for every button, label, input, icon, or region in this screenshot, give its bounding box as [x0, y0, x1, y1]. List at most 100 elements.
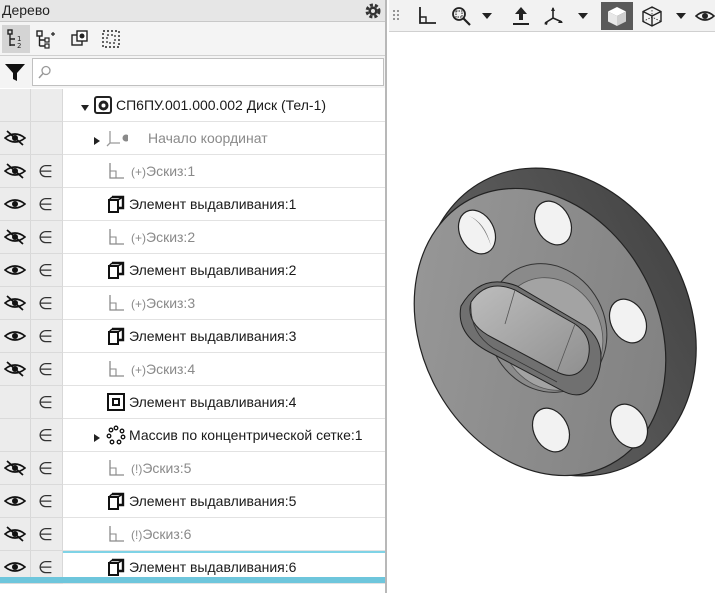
wireframe-view-button[interactable]: [638, 2, 666, 30]
extrude-icon: [106, 260, 126, 280]
tree-root-row[interactable]: СП6ПУ.001.000.002 Диск (Тел-1): [0, 89, 385, 122]
3d-viewport[interactable]: [389, 0, 715, 593]
sketch-status-prefix: (+): [131, 297, 146, 311]
axes-orient-icon: [544, 7, 563, 25]
panel-title: Дерево: [2, 2, 50, 18]
selection-view-button[interactable]: [97, 25, 125, 53]
shaded-cube-icon: [608, 7, 626, 26]
include-in-calc-icon[interactable]: ∈: [38, 261, 53, 281]
pan-button[interactable]: [507, 2, 535, 30]
include-in-calc-icon[interactable]: ∈: [38, 558, 53, 578]
extrude-icon: [106, 194, 126, 214]
tree-node-text: Элемент выдавливания:4: [129, 394, 297, 410]
toolbar-grip-icon[interactable]: [389, 2, 403, 30]
coordinate-system-icon: [419, 7, 436, 24]
expand-arrow-icon[interactable]: [92, 133, 102, 145]
tree-row[interactable]: ∈ (+)Эскиз:3: [0, 287, 385, 320]
eye-icon[interactable]: [3, 559, 27, 575]
wireframe-cube-icon: [642, 6, 662, 27]
filter-icon: [5, 64, 25, 81]
eye-hidden-icon[interactable]: [3, 295, 27, 311]
hierarchy-icon: [36, 30, 55, 49]
orientation-dropdown-button[interactable]: [575, 2, 591, 30]
tree-toolbar: 1 2: [0, 22, 385, 55]
include-in-calc-icon[interactable]: ∈: [38, 162, 53, 182]
sketch-status-prefix: (!): [131, 528, 143, 542]
tree-node-label: Элемент выдавливания:3: [129, 328, 296, 344]
eye-hidden-icon[interactable]: [3, 526, 27, 542]
include-in-calc-icon[interactable]: ∈: [38, 459, 53, 479]
tree-node-text: Элемент выдавливания:2: [129, 262, 297, 278]
tree-structure-button[interactable]: 1 2: [2, 25, 30, 53]
tree-row[interactable]: ∈ Элемент выдавливания:1: [0, 188, 385, 221]
expand-arrow-icon[interactable]: [80, 100, 90, 111]
gear-icon[interactable]: [363, 1, 383, 21]
tree-node-label: (+)Эскиз:3: [131, 295, 195, 311]
tree-node-text: Эскиз:5: [142, 460, 192, 476]
tree-node-label: Начало координат: [148, 130, 268, 146]
tree-row[interactable]: ∈ (+)Эскиз:1: [0, 155, 385, 188]
coordinate-system-button[interactable]: [413, 2, 441, 30]
tree-row[interactable]: ∈ (!)Эскиз:6: [0, 518, 385, 551]
include-in-calc-icon[interactable]: ∈: [38, 492, 53, 512]
include-in-calc-icon[interactable]: ∈: [38, 228, 53, 248]
view-mode-dropdown-button[interactable]: [673, 2, 689, 30]
eye-icon[interactable]: [3, 328, 27, 344]
sketch-icon: [106, 359, 126, 379]
sketch-icon: [106, 524, 126, 544]
tree-node-label: (+)Эскиз:1: [131, 163, 195, 179]
move-arrow-icon: [513, 7, 529, 25]
eye-hidden-icon[interactable]: [3, 460, 27, 476]
tree-row[interactable]: ∈ Элемент выдавливания:2: [0, 254, 385, 287]
zoom-dropdown-button[interactable]: [479, 2, 495, 30]
shaded-view-button[interactable]: [601, 2, 633, 30]
eye-hidden-icon[interactable]: [3, 229, 27, 245]
expand-arrow-icon[interactable]: [92, 430, 102, 442]
include-in-calc-icon[interactable]: ∈: [38, 294, 53, 314]
zoom-button[interactable]: [447, 2, 475, 30]
svg-text:2: 2: [17, 42, 21, 50]
tree-node-text: Начало координат: [148, 130, 268, 146]
tree-row[interactable]: ∈ (+)Эскиз:4: [0, 353, 385, 386]
tree-structure-icon: 1 2: [7, 29, 21, 50]
eye-hidden-icon[interactable]: [3, 163, 27, 179]
tree-node-text: Эскиз:6: [142, 526, 192, 542]
eye-hidden-icon[interactable]: [3, 130, 27, 146]
include-in-calc-icon[interactable]: ∈: [38, 426, 53, 446]
include-in-calc-icon[interactable]: ∈: [38, 393, 53, 413]
include-in-calc-icon[interactable]: ∈: [38, 195, 53, 215]
filter-button[interactable]: [3, 60, 27, 84]
eye-icon[interactable]: [3, 493, 27, 509]
tree-row[interactable]: ∈ Элемент выдавливания:3: [0, 320, 385, 353]
tree-row[interactable]: ∈ (+)Эскиз:2: [0, 221, 385, 254]
tree-node-label: Элемент выдавливания:1: [129, 196, 296, 212]
viewport-toolbar: [389, 0, 715, 32]
tree-row[interactable]: ∈ Элемент выдавливания:4: [0, 386, 385, 419]
sketch-status-prefix: (+): [131, 231, 146, 245]
part-icon: [93, 95, 113, 115]
tree-row[interactable]: ∈ Массив по концентрической сетке:1: [0, 419, 385, 452]
extrude-icon: [106, 326, 126, 346]
tree-node-label: Массив по концентрической сетке:1: [129, 427, 363, 443]
tree-hierarchy-button[interactable]: [32, 25, 60, 53]
disk-model[interactable]: [389, 32, 715, 593]
tree-row[interactable]: ∈ Элемент выдавливания:5: [0, 485, 385, 518]
visibility-button[interactable]: [695, 2, 715, 30]
include-in-calc-icon[interactable]: ∈: [38, 525, 53, 545]
tree-list: СП6ПУ.001.000.002 Диск (Тел-1) Начало ко…: [0, 89, 385, 593]
tree-row[interactable]: Начало координат: [0, 122, 385, 155]
dashed-select-icon: [102, 30, 120, 48]
tree-node-text: Массив по концентрической сетке:1: [129, 427, 363, 443]
sketch-icon: [106, 161, 126, 181]
eye-icon[interactable]: [3, 196, 27, 212]
orientation-button[interactable]: [539, 2, 567, 30]
tree-row[interactable]: ∈ (!)Эскиз:5: [0, 452, 385, 485]
include-in-calc-icon[interactable]: ∈: [38, 327, 53, 347]
tree-node-label: (!)Эскиз:6: [131, 526, 191, 542]
sketch-icon: [106, 227, 126, 247]
eye-icon[interactable]: [3, 262, 27, 278]
eye-hidden-icon[interactable]: [3, 361, 27, 377]
components-view-button[interactable]: [66, 25, 94, 53]
include-in-calc-icon[interactable]: ∈: [38, 360, 53, 380]
search-input[interactable]: [32, 58, 384, 86]
